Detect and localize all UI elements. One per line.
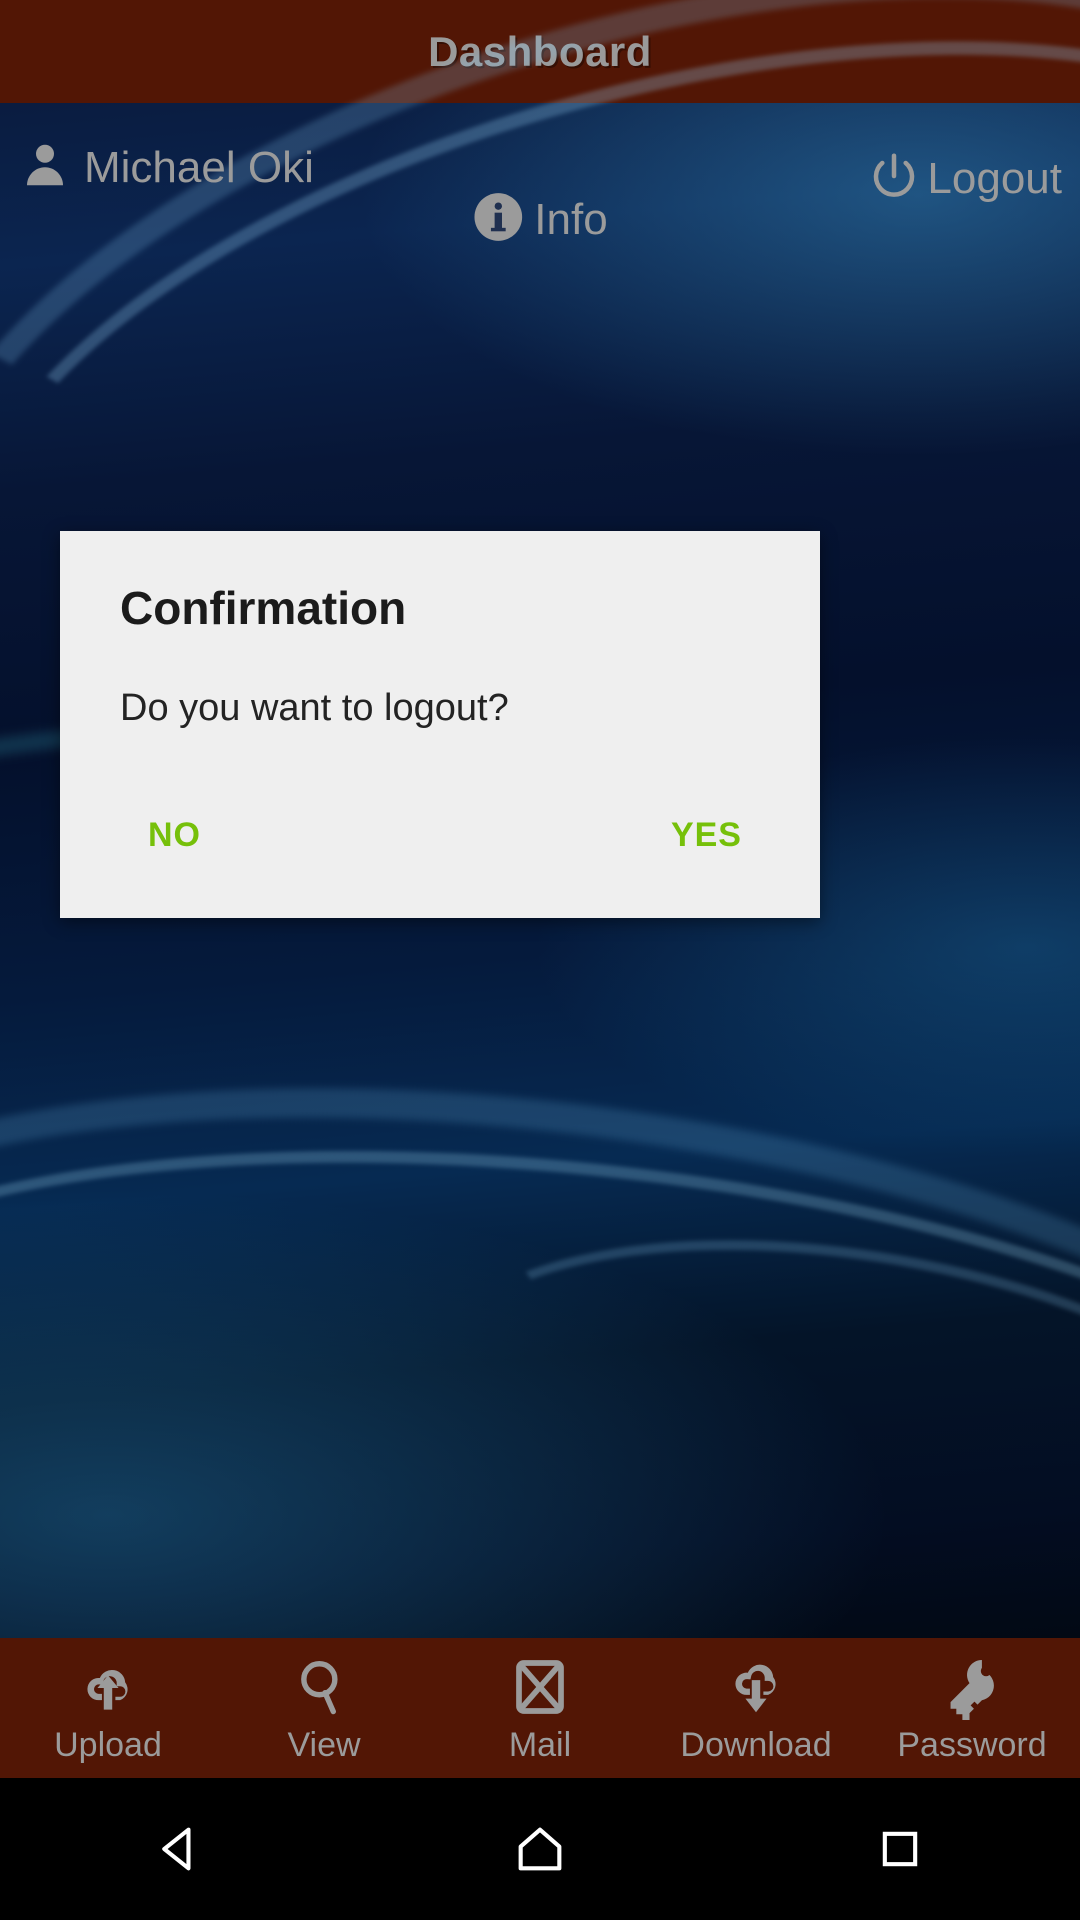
person-icon <box>18 138 72 197</box>
recents-button[interactable] <box>840 1778 960 1920</box>
dialog-actions: NO YES <box>60 816 820 876</box>
no-button[interactable]: NO <box>148 816 201 855</box>
tab-label: Mail <box>508 1725 572 1764</box>
bottom-tab-bar: Upload View Mail Download Password <box>0 1638 1080 1778</box>
dialog-message: Do you want to logout? <box>120 687 509 729</box>
app-title-bar: Dashboard <box>0 0 1080 103</box>
yes-button[interactable]: YES <box>671 816 742 855</box>
android-nav-bar <box>0 1778 1080 1920</box>
tab-password[interactable]: Password <box>864 1638 1080 1778</box>
tab-label: Upload <box>54 1725 162 1764</box>
magnifier-icon <box>293 1652 355 1722</box>
dialog-title: Confirmation <box>120 582 407 634</box>
logout-button[interactable]: Logout <box>867 149 1062 208</box>
tab-download[interactable]: Download <box>648 1638 864 1778</box>
tab-mail[interactable]: Mail <box>432 1638 648 1778</box>
info-circle-icon <box>472 191 524 248</box>
logout-label: Logout <box>927 153 1062 203</box>
info-button[interactable]: Info <box>472 191 608 248</box>
key-icon <box>941 1652 1003 1722</box>
envelope-icon <box>510 1652 570 1722</box>
confirmation-dialog: Confirmation Do you want to logout? NO Y… <box>60 531 820 918</box>
home-button[interactable] <box>480 1778 600 1920</box>
power-icon <box>867 149 921 208</box>
cloud-download-icon <box>723 1652 789 1722</box>
dashboard-header-row: Michael Oki Info Logout <box>0 103 1080 263</box>
cloud-upload-icon <box>75 1652 141 1722</box>
user-profile[interactable]: Michael Oki <box>18 138 314 197</box>
tab-upload[interactable]: Upload <box>0 1638 216 1778</box>
tab-label: View <box>287 1725 361 1764</box>
user-name: Michael Oki <box>84 142 314 192</box>
phone-screen: Dashboard Michael Oki Info Logout Confir… <box>0 0 1080 1920</box>
tab-label: Download <box>680 1725 832 1764</box>
decorative-streak <box>393 1177 1080 1709</box>
page-title: Dashboard <box>428 27 652 75</box>
tab-label: Password <box>897 1725 1047 1764</box>
tab-view[interactable]: View <box>216 1638 432 1778</box>
info-label: Info <box>534 194 608 244</box>
back-button[interactable] <box>120 1778 240 1920</box>
